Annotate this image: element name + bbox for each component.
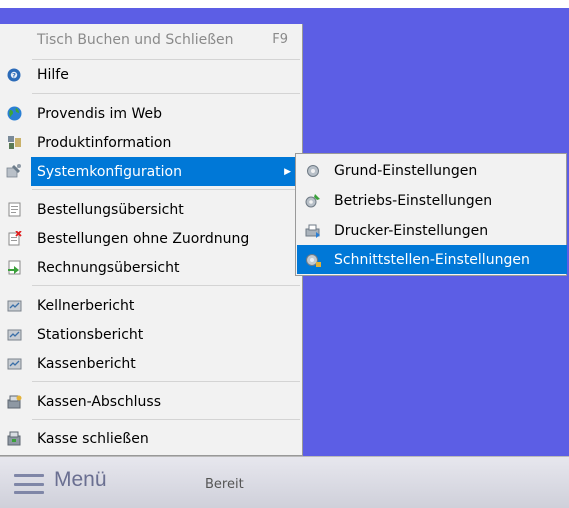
svg-text:?: ?	[12, 71, 16, 79]
submenu-item-label: Drucker-Einstellungen	[334, 222, 489, 239]
menu-button-label[interactable]: Menü	[54, 468, 107, 492]
interface-settings-icon	[305, 252, 321, 268]
menu-separator	[32, 419, 300, 420]
submenu-item-drucker-einstellungen[interactable]: Drucker-Einstellungen	[297, 216, 567, 245]
report-icon	[6, 327, 22, 343]
menu-item-label: Tisch Buchen und Schließen	[37, 31, 234, 48]
business-settings-icon	[305, 193, 321, 209]
submenu-item-label: Schnittstellen-Einstellungen	[334, 251, 530, 268]
unassigned-orders-icon	[6, 231, 22, 247]
menu-item-shortcut: F9	[272, 32, 288, 47]
systemkonfiguration-submenu: Grund-Einstellungen Betriebs-Einstellung…	[295, 153, 567, 276]
menu-item-label: Kellnerbericht	[37, 297, 135, 314]
system-config-icon	[6, 163, 22, 179]
submenu-item-schnittstellen-einstellungen[interactable]: Schnittstellen-Einstellungen	[297, 245, 567, 274]
submenu-item-label: Grund-Einstellungen	[334, 162, 478, 179]
status-text: Bereit	[205, 477, 244, 492]
menu-item-provendis-web[interactable]: Provendis im Web	[0, 99, 302, 128]
invoice-overview-icon	[6, 260, 22, 276]
help-icon: ?	[6, 67, 22, 83]
menu-item-label: Systemkonfiguration	[37, 163, 182, 180]
printer-settings-icon	[305, 223, 321, 239]
menu-item-label: Hilfe	[37, 66, 69, 83]
menu-separator	[32, 189, 300, 190]
menu-item-label: Bestellungen ohne Zuordnung	[37, 230, 250, 247]
menu-item-systemkonfiguration[interactable]: Systemkonfiguration ▶	[31, 157, 301, 186]
menu-item-label: Bestellungsübersicht	[37, 201, 184, 218]
menu-separator	[32, 93, 300, 94]
menu-separator	[32, 285, 300, 286]
menu-item-rechnungsuebersicht[interactable]: Rechnungsübersicht	[0, 253, 302, 282]
menu-item-bestellungen-ohne-zuordnung[interactable]: Bestellungen ohne Zuordnung	[0, 224, 302, 253]
product-info-icon	[6, 135, 22, 151]
menu-item-hilfe[interactable]: ? Hilfe	[0, 60, 302, 89]
submenu-item-betriebs-einstellungen[interactable]: Betriebs-Einstellungen	[297, 186, 567, 215]
menu-item-label: Kassen-Abschluss	[37, 393, 162, 410]
menu-item-label: Kassenbericht	[37, 355, 136, 372]
menu-item-bestellungsuebersicht[interactable]: Bestellungsübersicht	[0, 195, 302, 224]
menu-item-label: Produktinformation	[37, 134, 172, 151]
menu-item-produktinformation[interactable]: Produktinformation	[0, 128, 302, 157]
menu-item-kassenbericht[interactable]: Kassenbericht	[0, 349, 302, 378]
menu-item-label: Rechnungsübersicht	[37, 259, 180, 276]
menu-item-label: Stationsbericht	[37, 326, 144, 343]
submenu-item-label: Betriebs-Einstellungen	[334, 192, 493, 209]
menu-item-label: Provendis im Web	[37, 105, 163, 122]
globe-icon	[6, 106, 22, 122]
submenu-item-grund-einstellungen[interactable]: Grund-Einstellungen	[297, 156, 567, 185]
menu-separator	[32, 381, 300, 382]
context-menu: Tisch Buchen und Schließen F9 ? Hilfe Pr…	[0, 24, 303, 456]
settings-icon	[305, 163, 321, 179]
report-icon	[6, 356, 22, 372]
report-icon	[6, 298, 22, 314]
status-bar: Menü Bereit	[0, 456, 569, 508]
menu-item-tisch-buchen: Tisch Buchen und Schließen F9	[0, 25, 302, 54]
menu-item-kasse-schliessen[interactable]: Kasse schließen	[0, 424, 302, 453]
submenu-arrow-icon: ▶	[284, 166, 291, 177]
menu-item-kassen-abschluss[interactable]: Kassen-Abschluss	[0, 387, 302, 416]
cash-closing-icon	[6, 394, 22, 410]
orders-overview-icon	[6, 202, 22, 218]
close-register-icon	[6, 431, 22, 447]
menu-item-kellnerbericht[interactable]: Kellnerbericht	[0, 291, 302, 320]
menu-item-label: Kasse schließen	[37, 430, 149, 447]
hamburger-menu-icon[interactable]	[14, 474, 44, 494]
menu-item-stationsbericht[interactable]: Stationsbericht	[0, 320, 302, 349]
